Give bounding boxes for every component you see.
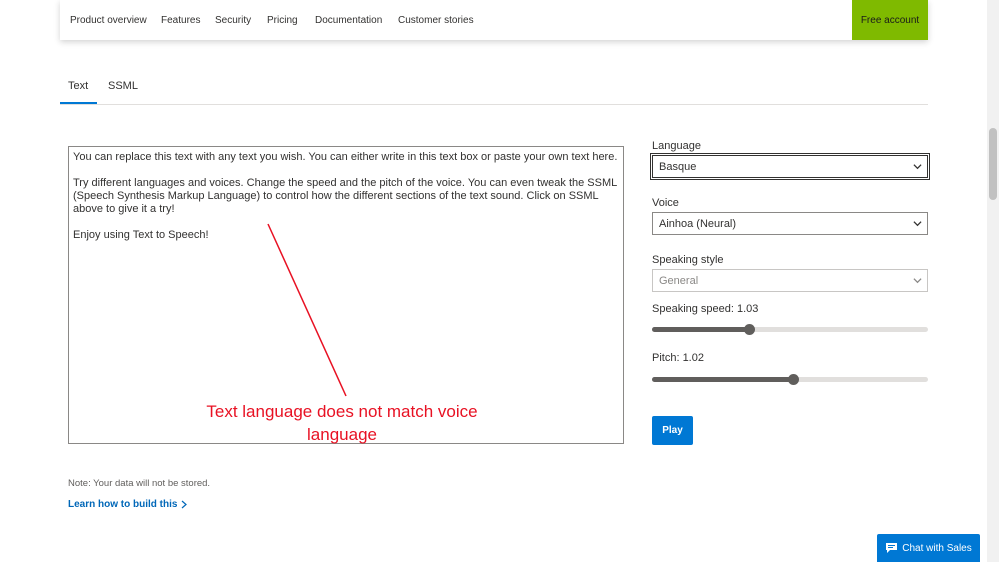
scrollbar-thumb[interactable] (989, 128, 997, 200)
pitch-fill (652, 377, 793, 382)
play-button[interactable]: Play (652, 416, 693, 445)
pitch-label: Pitch: 1.02 (652, 352, 704, 364)
speaking-speed-label: Speaking speed: 1.03 (652, 303, 759, 315)
chevron-down-icon (913, 221, 922, 227)
chat-with-sales-label: Chat with Sales (902, 542, 972, 554)
speaking-speed-thumb[interactable] (743, 324, 755, 335)
chevron-right-icon (182, 500, 188, 509)
chat-with-sales-button[interactable]: Chat with Sales (877, 534, 980, 562)
page-scrollbar[interactable] (987, 0, 999, 562)
language-value: Basque (659, 160, 697, 173)
speaking-style-select[interactable]: General (652, 269, 928, 292)
speaking-speed-fill (652, 327, 749, 332)
voice-select[interactable]: Ainhoa (Neural) (652, 212, 928, 235)
voice-label: Voice (652, 197, 679, 209)
pitch-thumb[interactable] (787, 374, 799, 385)
learn-how-link[interactable]: Learn how to build this (68, 499, 188, 510)
voice-value: Ainhoa (Neural) (659, 217, 737, 230)
language-label: Language (652, 140, 701, 152)
speaking-style-label: Speaking style (652, 254, 724, 266)
speaking-speed-slider[interactable] (652, 324, 928, 335)
speaking-style-value: General (659, 274, 699, 287)
chat-bubble-icon (886, 543, 898, 553)
pitch-slider[interactable] (652, 374, 928, 385)
annotation-text: Text language does not match voice langu… (206, 402, 478, 444)
chevron-down-icon (913, 164, 922, 170)
chevron-down-icon (913, 278, 922, 284)
language-select[interactable]: Basque (650, 153, 930, 180)
data-storage-note: Note: Your data will not be stored. (68, 478, 211, 489)
learn-how-link-label: Learn how to build this (68, 499, 178, 510)
